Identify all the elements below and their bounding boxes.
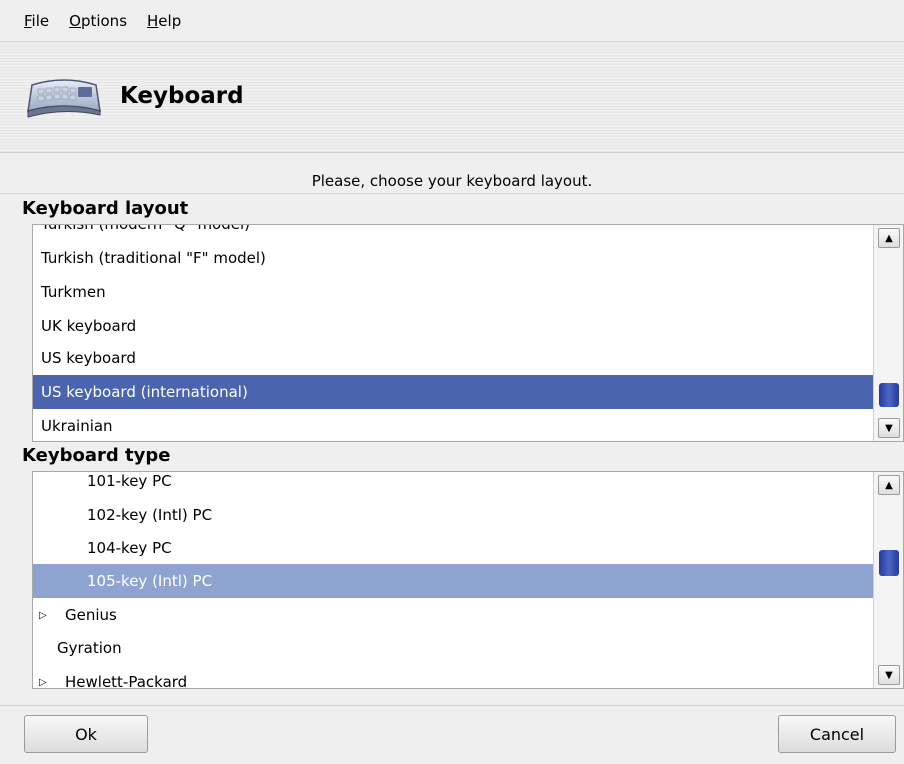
scroll-up-icon[interactable]: ▲ [878,228,900,248]
list-item[interactable]: Turkish (traditional "F" model) [33,241,873,275]
tree-item-label: Genius [65,606,117,624]
list-item[interactable]: US keyboard [33,341,873,375]
scroll-down-icon[interactable]: ▼ [878,665,900,685]
tree-item[interactable]: 101-key PC [33,472,873,498]
expand-triangle-icon[interactable]: ▷ [39,610,49,621]
scroll-up-icon[interactable]: ▲ [878,475,900,495]
menu-bar: File Options Help [0,0,904,42]
menu-file[interactable]: File [24,12,49,30]
page-title: Keyboard [120,83,244,109]
tree-item-hp[interactable]: ▷ Hewlett-Packard [33,665,873,688]
menu-options-label: ptions [80,11,128,30]
scroll-thumb[interactable] [879,550,899,576]
scroll-thumb[interactable] [879,383,899,407]
menu-file-label: ile [31,11,50,30]
expand-triangle-icon[interactable]: ▷ [39,677,49,688]
tree-item-selected[interactable]: 105-key (Intl) PC [33,564,873,598]
keyboard-type-label: Keyboard type [22,445,171,466]
tree-item-genius[interactable]: ▷ Genius [33,598,873,632]
menu-options-mnemonic: O [69,11,81,30]
tree-item-label: Hewlett-Packard [65,673,188,688]
layout-scrollbar[interactable]: ▲ ▼ [873,225,903,441]
ok-button[interactable]: Ok [24,715,148,753]
menu-help-mnemonic: H [147,11,159,30]
list-item[interactable]: Turkish (modern "Q" model) [33,225,873,241]
menu-help[interactable]: Help [147,12,181,30]
scroll-down-icon[interactable]: ▼ [878,418,900,438]
keyboard-type-rows: 101-key PC 102-key (Intl) PC 104-key PC … [33,472,873,688]
cancel-button[interactable]: Cancel [778,715,896,753]
instruction-text: Please, choose your keyboard layout. [311,172,593,190]
divider [0,193,904,194]
keyboard-icon [27,79,101,118]
type-scrollbar[interactable]: ▲ ▼ [873,472,903,688]
keyboard-type-tree[interactable]: 101-key PC 102-key (Intl) PC 104-key PC … [32,471,904,689]
keyboard-layout-rows: Turkish (modern "Q" model) Turkish (trad… [33,225,873,441]
menu-file-mnemonic: F [24,11,32,30]
list-item-selected[interactable]: US keyboard (international) [33,375,873,409]
keyboard-layout-label: Keyboard layout [22,198,189,219]
menu-help-label: elp [158,11,182,30]
header-banner: Keyboard [0,43,904,153]
keyboard-layout-list[interactable]: Turkish (modern "Q" model) Turkish (trad… [32,224,904,442]
tree-item[interactable]: 102-key (Intl) PC [33,498,873,532]
list-item[interactable]: Ukrainian [33,409,873,441]
menu-options[interactable]: Options [69,12,127,30]
tree-item[interactable]: Gyration [33,631,873,665]
list-item[interactable]: UK keyboard [33,309,873,343]
list-item[interactable]: Turkmen [33,275,873,309]
tree-item[interactable]: 104-key PC [33,531,873,565]
divider [0,705,904,706]
